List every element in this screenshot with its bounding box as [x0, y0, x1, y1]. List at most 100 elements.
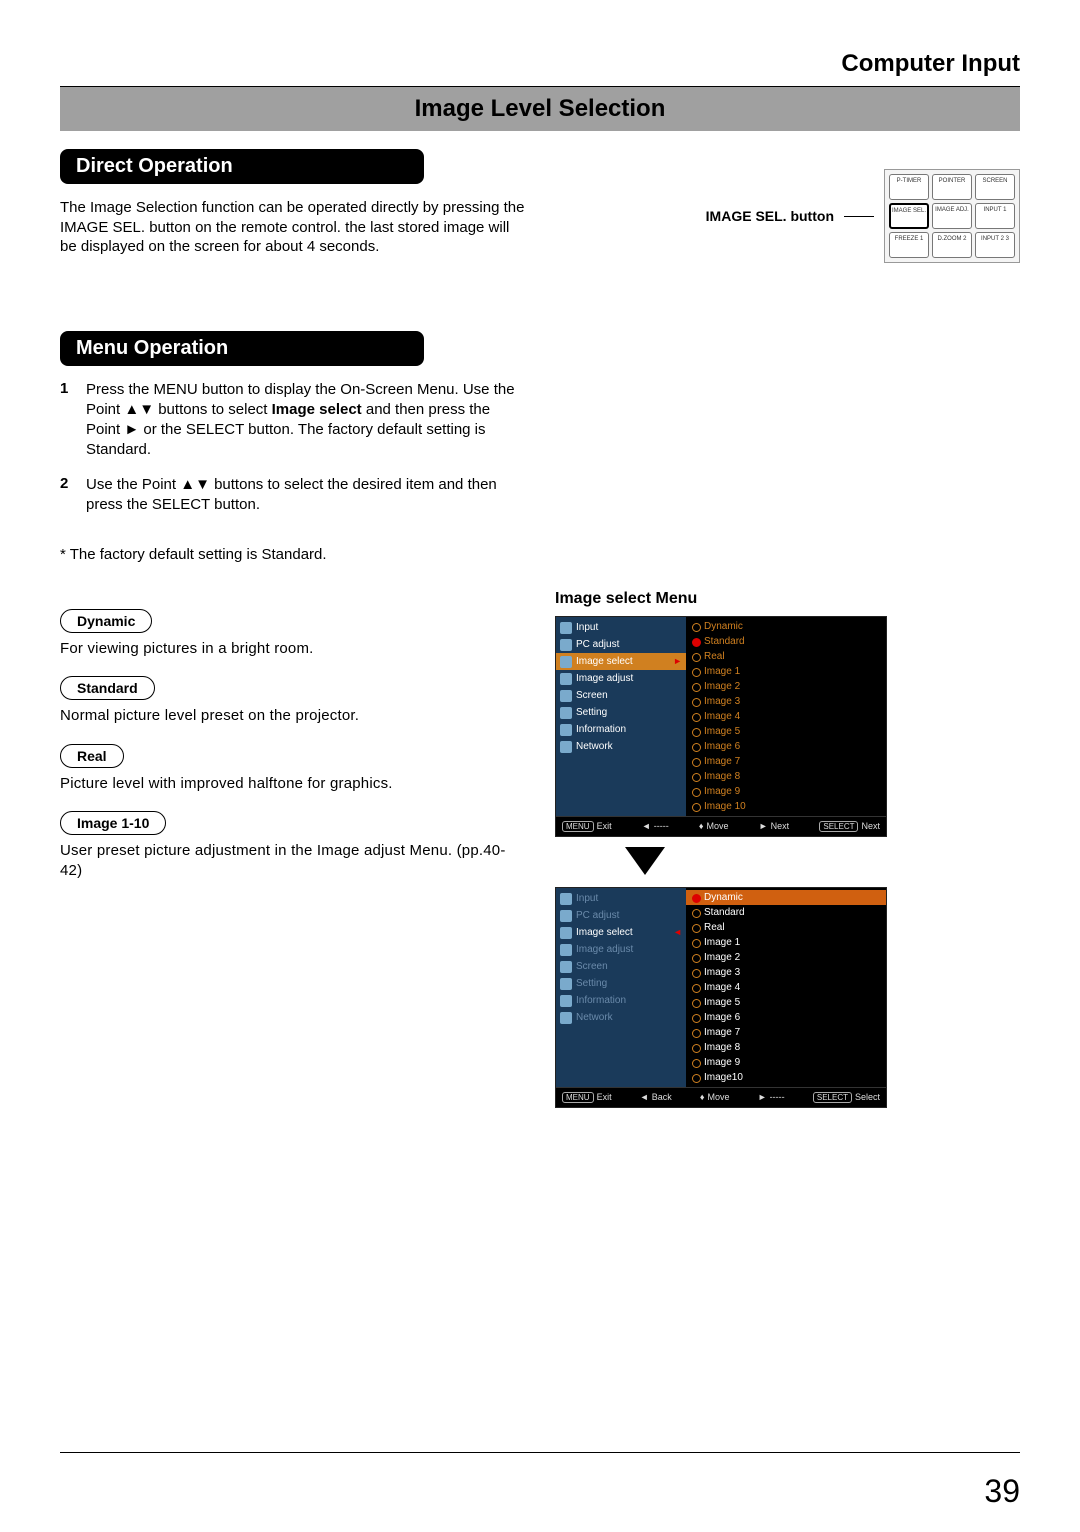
osd-option-item: Image10 [686, 1070, 886, 1085]
osd-option-item: Dynamic [686, 619, 886, 634]
osd-screenshot-2: InputPC adjustImage selectImage adjustSc… [555, 887, 887, 1108]
mode-description: Picture level with improved halftone for… [60, 774, 525, 794]
remote-btn-freeze: FREEZE 1 [889, 232, 929, 258]
radio-icon [692, 758, 701, 767]
osd-menu-item: Screen [556, 958, 686, 975]
osd1-foot-exit: Exit [597, 821, 612, 831]
osd-option-item: Image 9 [686, 1055, 886, 1070]
osd1-foot-next: Next [771, 821, 790, 831]
osd-menu-item: Network [556, 1009, 686, 1026]
menu-item-icon [560, 724, 572, 736]
heading-direct-operation: Direct Operation [60, 149, 424, 184]
mode-pill: Standard [60, 676, 155, 700]
osd-option-item: Image 3 [686, 694, 886, 709]
radio-icon [692, 713, 701, 722]
mode-pill: Image 1-10 [60, 811, 166, 835]
remote-btn-screen: SCREEN [975, 174, 1015, 200]
osd-option-item: Image 6 [686, 739, 886, 754]
menu-item-icon [560, 893, 572, 905]
rule-bottom [60, 1452, 1020, 1453]
radio-icon [692, 668, 701, 677]
remote-btn-dzoom: D.ZOOM 2 [932, 232, 972, 258]
radio-icon [692, 698, 701, 707]
arrow-down-icon [625, 847, 665, 875]
osd-option-item: Image 4 [686, 980, 886, 995]
banner-title: Image Level Selection [60, 87, 1020, 131]
osd1-foot-sel: Next [861, 821, 880, 831]
step-row: 1Press the MENU button to display the On… [60, 380, 525, 461]
radio-icon [692, 1029, 701, 1038]
osd-option-item: Dynamic [686, 890, 886, 905]
radio-icon [692, 1059, 701, 1068]
osd-screenshot-1: InputPC adjustImage selectImage adjustSc… [555, 616, 887, 837]
osd-option-item: Image 1 [686, 664, 886, 679]
menu-item-icon [560, 961, 572, 973]
osd-option-item: Standard [686, 905, 886, 920]
radio-icon [692, 909, 701, 918]
menu-item-icon [560, 995, 572, 1007]
menu-item-icon [560, 707, 572, 719]
osd-menu-item: Image select [556, 653, 686, 670]
step-row: 2 Use the Point ▲▼ buttons to select the … [60, 475, 525, 516]
menu-item-icon [560, 639, 572, 651]
osd-menu-item: PC adjust [556, 907, 686, 924]
mode-description: Normal picture level preset on the proje… [60, 706, 525, 726]
osd-option-item: Real [686, 649, 886, 664]
osd-menu-item: Network [556, 738, 686, 755]
menu-item-icon [560, 944, 572, 956]
mode-description: User preset picture adjustment in the Im… [60, 841, 525, 880]
osd-option-item: Image 10 [686, 799, 886, 814]
direct-operation-text: The Image Selection function can be oper… [60, 198, 525, 257]
default-note: * The factory default setting is Standar… [60, 545, 525, 565]
page-number: 39 [984, 1473, 1020, 1510]
osd-menu-item: Setting [556, 704, 686, 721]
menu-item-icon [560, 910, 572, 922]
remote-btn-ptimer: P-TIMER [889, 174, 929, 200]
osd-menu-item: Information [556, 992, 686, 1009]
menu-item-icon [560, 741, 572, 753]
osd-option-item: Image 7 [686, 1025, 886, 1040]
osd-menu-item: Image adjust [556, 670, 686, 687]
radio-icon [692, 999, 701, 1008]
callout-line [844, 216, 874, 217]
menu-item-icon [560, 673, 572, 685]
mode-pill: Dynamic [60, 609, 152, 633]
menu-item-icon [560, 1012, 572, 1024]
osd-option-item: Image 6 [686, 1010, 886, 1025]
radio-icon [692, 653, 701, 662]
osd-menu-item: Image select [556, 924, 686, 941]
radio-icon [692, 638, 701, 647]
osd-option-item: Image 7 [686, 754, 886, 769]
radio-icon [692, 728, 701, 737]
remote-btn-pointer: POINTER [932, 174, 972, 200]
image-select-menu-title: Image select Menu [555, 590, 1020, 608]
menu-item-icon [560, 690, 572, 702]
osd-menu-item: Input [556, 619, 686, 636]
remote-btn-image-adj: IMAGE ADJ. [932, 203, 972, 229]
radio-icon [692, 743, 701, 752]
remote-btn-input1: INPUT 1 [975, 203, 1015, 229]
osd2-foot-move: Move [708, 1092, 730, 1102]
osd-option-item: Image 8 [686, 769, 886, 784]
radio-icon [692, 623, 701, 632]
remote-btn-image-sel: IMAGE SEL. [889, 203, 929, 229]
osd2-foot-next: ----- [770, 1092, 785, 1102]
osd-menu-item: Information [556, 721, 686, 738]
step-text: Use the Point ▲▼ buttons to select the d… [86, 475, 525, 516]
osd2-foot-back: Back [652, 1092, 672, 1102]
mode-pill: Real [60, 744, 124, 768]
radio-icon [692, 924, 701, 933]
osd-option-item: Real [686, 920, 886, 935]
osd-option-item: Image 9 [686, 784, 886, 799]
osd-menu-item: Screen [556, 687, 686, 704]
section-header: Computer Input [60, 50, 1020, 78]
step-number: 2 [60, 475, 74, 516]
radio-icon [692, 1014, 701, 1023]
step-text: Press the MENU button to display the On-… [86, 380, 525, 461]
menu-item-icon [560, 656, 572, 668]
osd-menu-item: Input [556, 890, 686, 907]
radio-icon [692, 1044, 701, 1053]
osd-option-item: Image 5 [686, 724, 886, 739]
radio-icon [692, 788, 701, 797]
osd1-foot-back: ----- [654, 821, 669, 831]
